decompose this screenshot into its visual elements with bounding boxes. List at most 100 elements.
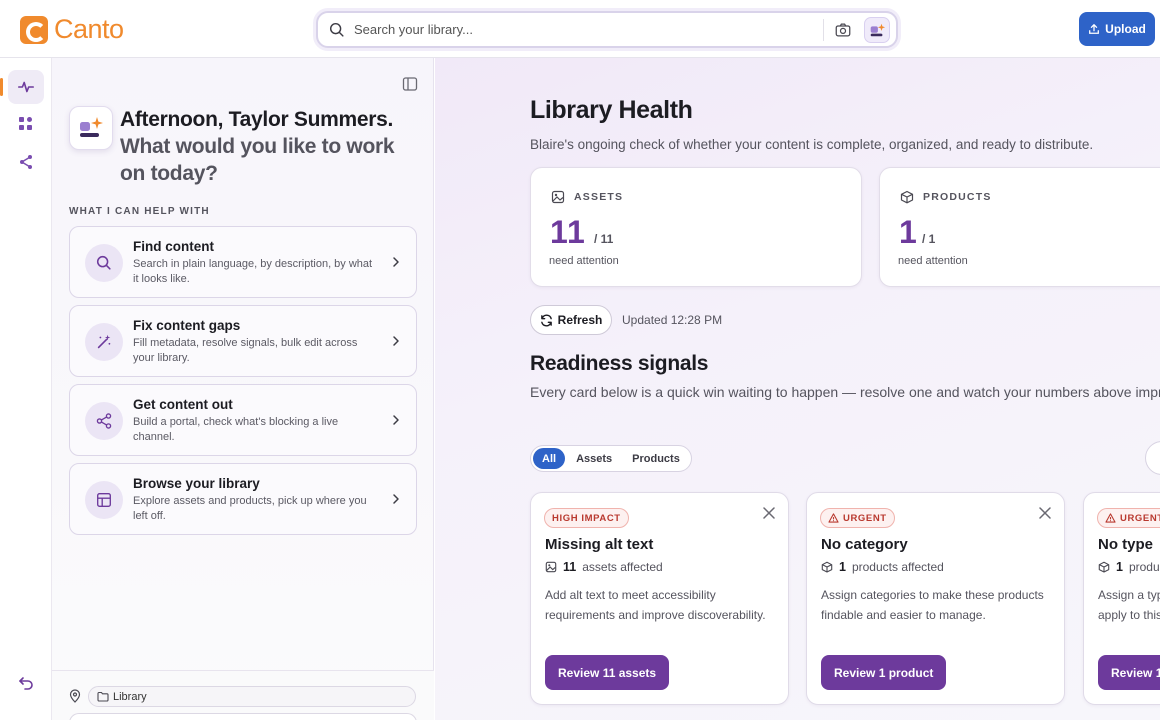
main-content: Library Health Blaire's ongoing check of… <box>435 58 1160 720</box>
help-card-desc: Explore assets and products, pick up whe… <box>133 495 367 522</box>
help-card-fix-gaps[interactable]: Fix content gaps Fill metadata, resolve … <box>69 305 417 377</box>
stat-total: / 1 <box>922 232 936 246</box>
refresh-button[interactable]: Refresh <box>530 305 612 335</box>
review-button[interactable]: Review 1 product <box>821 655 947 690</box>
signal-card: URGENT No type 1 products affected Assig… <box>1083 492 1160 705</box>
assistant-message-input[interactable] <box>69 713 417 720</box>
assistant-footer: Library <box>52 670 434 720</box>
filter-tab-all[interactable]: All <box>533 448 566 469</box>
box-icon <box>821 561 833 573</box>
help-card-desc: Search in plain language, by description… <box>133 258 373 285</box>
stat-label: PRODUCTS <box>900 190 992 204</box>
greeting: Afternoon, Taylor Summers. What would yo… <box>120 106 420 187</box>
search-divider <box>823 18 824 41</box>
stat-label-text: PRODUCTS <box>923 191 992 203</box>
collapse-panel-icon[interactable] <box>402 76 418 92</box>
impact-badge: HIGH IMPACT <box>544 508 629 528</box>
signals-title: Readiness signals <box>530 352 709 375</box>
signal-title: Missing alt text <box>545 536 654 553</box>
search-input[interactable] <box>354 22 823 37</box>
help-icon-wrap <box>85 323 123 361</box>
help-card-title: Browse your library <box>133 476 260 491</box>
assistant-avatar <box>69 106 113 150</box>
help-icon-wrap <box>85 481 123 519</box>
rail-item-share[interactable] <box>8 145 44 179</box>
urgent-badge: URGENT <box>820 508 895 528</box>
rail-item-activity[interactable] <box>0 70 44 104</box>
help-card-title: Fix content gaps <box>133 318 241 333</box>
help-card-title: Get content out <box>133 397 233 412</box>
image-icon <box>551 190 565 204</box>
warning-icon <box>1105 513 1116 523</box>
signal-count-value: 1 <box>1116 560 1123 574</box>
apps-grid-icon <box>19 117 32 130</box>
activity-icon <box>17 81 35 93</box>
help-card-title: Find content <box>133 239 214 254</box>
rail-item-apps[interactable] <box>8 107 44 141</box>
signal-count-value: 1 <box>839 560 846 574</box>
context-chip-label: Library <box>113 690 147 703</box>
help-card-browse-library[interactable]: Browse your library Explore assets and p… <box>69 463 417 535</box>
signal-count-label: assets affected <box>582 560 663 574</box>
greeting-line-1: Afternoon, Taylor Summers. <box>120 108 394 131</box>
canto-logo[interactable]: Canto <box>20 14 124 45</box>
help-section-label: WHAT I CAN HELP WITH <box>69 206 210 217</box>
box-icon <box>900 190 914 204</box>
help-icon-wrap <box>85 244 123 282</box>
signal-count-label: products affected <box>1128 560 1160 574</box>
close-icon[interactable] <box>1038 506 1052 520</box>
refresh-label: Refresh <box>557 313 603 327</box>
stat-note: need attention <box>549 255 619 267</box>
magic-wand-icon <box>97 334 111 349</box>
urgent-badge: URGENT <box>1097 508 1160 528</box>
chevron-right-icon <box>393 257 399 267</box>
assistant-panel: Afternoon, Taylor Summers. What would yo… <box>52 58 434 720</box>
stat-total: / 11 <box>594 232 614 246</box>
review-button[interactable]: Review 11 assets <box>545 655 670 690</box>
stat-label-text: ASSETS <box>574 191 624 203</box>
location-pin-icon <box>69 689 81 703</box>
left-rail <box>0 58 52 720</box>
share-icon <box>96 413 112 429</box>
warning-icon <box>828 513 839 523</box>
signal-card: URGENT No category 1 products affected A… <box>806 492 1065 705</box>
assistant-sparkle-icon <box>80 117 103 137</box>
help-card-get-content-out[interactable]: Get content out Build a portal, check wh… <box>69 384 417 456</box>
chevron-right-icon <box>393 494 399 504</box>
search-icon <box>329 22 344 37</box>
stat-card-products[interactable]: PRODUCTS 1 / 1 need attention <box>879 167 1160 287</box>
filter-tab-assets[interactable]: Assets <box>567 448 621 469</box>
upload-label: Upload <box>1105 22 1146 36</box>
context-chip-library[interactable]: Library <box>88 686 416 707</box>
canto-logo-mark <box>20 15 48 44</box>
search-bar <box>316 11 898 48</box>
image-icon <box>545 561 557 573</box>
ai-assistant-button[interactable] <box>864 16 890 43</box>
badge-label: HIGH IMPACT <box>552 512 621 524</box>
signal-count: 1 products affected <box>821 560 944 574</box>
help-card-find-content[interactable]: Find content Search in plain language, b… <box>69 226 417 298</box>
greeting-line-2: What would you like to work on today? <box>120 135 395 185</box>
updated-timestamp: Updated 12:28 PM <box>622 313 723 327</box>
signal-title: No type <box>1098 536 1154 553</box>
refresh-icon <box>540 314 552 326</box>
chevron-right-icon <box>393 415 399 425</box>
signals-subtitle: Every card below is a quick win waiting … <box>530 384 1160 400</box>
signal-count-label: products affected <box>851 560 944 574</box>
sparkle-icon <box>870 23 886 36</box>
chevron-right-icon <box>393 336 399 346</box>
stat-value: 11 <box>550 214 586 250</box>
signal-count-value: 11 <box>563 560 577 574</box>
badge-label: URGENT <box>1120 512 1160 524</box>
stat-card-assets[interactable]: ASSETS 11 / 11 need attention <box>530 167 862 287</box>
close-icon[interactable] <box>762 506 776 520</box>
camera-icon[interactable] <box>834 21 852 39</box>
logo-text: Canto <box>54 14 124 44</box>
help-card-desc: Build a portal, check what's blocking a … <box>133 416 339 443</box>
review-button[interactable]: Review 1 product <box>1098 655 1160 690</box>
filter-tab-products[interactable]: Products <box>623 448 689 469</box>
signal-desc: Assign a type to define which attributes… <box>1098 588 1160 622</box>
rail-item-back[interactable] <box>8 666 44 700</box>
upload-button[interactable]: Upload <box>1079 12 1155 46</box>
more-options-button[interactable] <box>1145 441 1160 475</box>
